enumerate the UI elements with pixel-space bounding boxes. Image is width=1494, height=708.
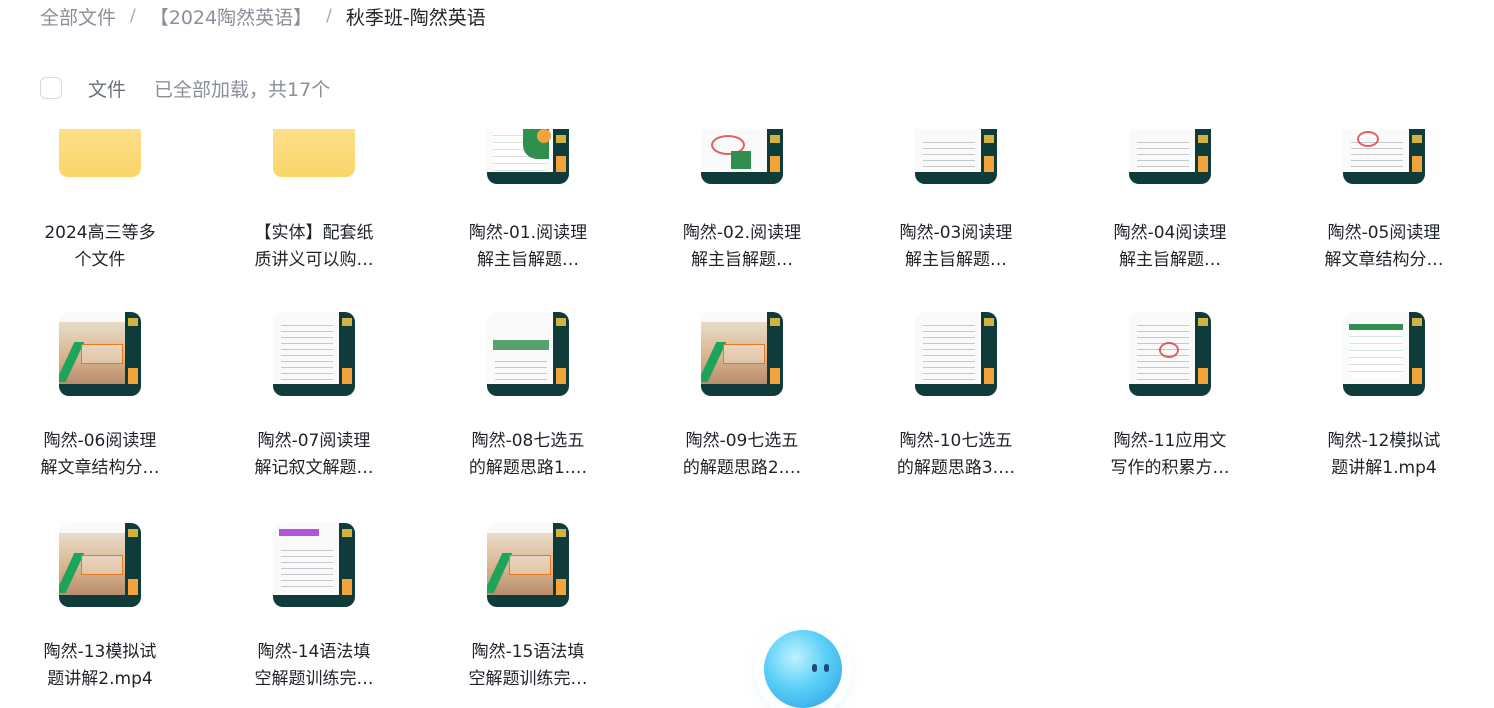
video-thumbnail xyxy=(1129,312,1211,396)
file-item[interactable]: 陶然-10七选五 的解题思路3.… xyxy=(856,312,1056,482)
file-name: 陶然-13模拟试 题讲解2.mp4 xyxy=(43,642,157,689)
breadcrumb-root[interactable]: 全部文件 xyxy=(40,3,116,30)
file-item[interactable]: 陶然-01.阅读理 解主旨解题… xyxy=(428,129,628,274)
file-item[interactable]: 陶然-12模拟试 题讲解1.mp4 xyxy=(1284,312,1484,482)
file-item[interactable]: 陶然-11应用文 写作的积累方… xyxy=(1070,312,1270,482)
folder-icon xyxy=(273,129,355,177)
select-all-checkbox[interactable] xyxy=(40,77,62,99)
file-name: 陶然-02.阅读理 解主旨解题… xyxy=(682,223,802,270)
video-thumbnail xyxy=(701,129,783,184)
breadcrumb-parent[interactable]: 【2024陶然英语】 xyxy=(150,3,312,30)
file-name: 陶然-10七选五 的解题思路3.… xyxy=(896,431,1016,478)
video-thumbnail xyxy=(273,523,355,607)
video-thumbnail xyxy=(915,129,997,184)
video-thumbnail xyxy=(915,312,997,396)
video-thumbnail xyxy=(487,129,569,184)
video-thumbnail xyxy=(1129,129,1211,184)
file-name: 陶然-08七选五 的解题思路1.… xyxy=(468,431,588,478)
file-name: 陶然-05阅读理 解文章结构分… xyxy=(1324,223,1444,270)
file-name: 2024高三等多 个文件 xyxy=(44,223,156,270)
file-name: 陶然-15语法填 空解题训练完… xyxy=(468,642,588,689)
file-item[interactable]: 陶然-04阅读理 解主旨解题… xyxy=(1070,129,1270,274)
file-item[interactable]: 陶然-08七选五 的解题思路1.… xyxy=(428,312,628,482)
breadcrumb-current: 秋季班-陶然英语 xyxy=(345,6,486,29)
breadcrumb-separator: / xyxy=(130,6,136,26)
file-name: 陶然-03阅读理 解主旨解题… xyxy=(899,223,1013,270)
file-item[interactable]: 2024高三等多 个文件 xyxy=(0,129,200,274)
file-name: 陶然-01.阅读理 解主旨解题… xyxy=(468,223,588,270)
file-item[interactable]: 陶然-06阅读理 解文章结构分… xyxy=(0,312,200,482)
file-item[interactable]: 【实体】配套纸 质讲义可以购… xyxy=(214,129,414,274)
file-item[interactable]: 陶然-02.阅读理 解主旨解题… xyxy=(642,129,842,274)
load-status: 已全部加载，共17个 xyxy=(154,78,331,101)
file-item[interactable]: 陶然-14语法填 空解题训练完… xyxy=(214,523,414,693)
file-item[interactable]: 陶然-05阅读理 解文章结构分… xyxy=(1284,129,1484,274)
file-item[interactable]: 陶然-03阅读理 解主旨解题… xyxy=(856,129,1056,274)
breadcrumb-separator: / xyxy=(326,6,332,26)
video-thumbnail xyxy=(59,312,141,396)
file-name: 陶然-04阅读理 解主旨解题… xyxy=(1113,223,1227,270)
file-column-label: 文件 xyxy=(88,78,127,101)
file-item[interactable]: 陶然-13模拟试 题讲解2.mp4 xyxy=(0,523,200,693)
file-name: 【实体】配套纸 质讲义可以购… xyxy=(254,223,374,270)
video-thumbnail xyxy=(59,523,141,607)
file-name: 陶然-06阅读理 解文章结构分… xyxy=(40,431,160,478)
file-name: 陶然-11应用文 写作的积累方… xyxy=(1110,431,1230,478)
file-item[interactable]: 陶然-09七选五 的解题思路2.… xyxy=(642,312,842,482)
breadcrumb: 全部文件 / 【2024陶然英语】 / 秋季班-陶然英语 xyxy=(40,3,486,30)
file-list-toolbar: 文件 已全部加载，共17个 xyxy=(40,74,330,102)
file-name: 陶然-14语法填 空解题训练完… xyxy=(254,642,374,689)
assistant-mascot-icon[interactable] xyxy=(764,630,842,708)
folder-icon xyxy=(59,129,141,177)
video-thumbnail xyxy=(487,523,569,607)
file-name: 陶然-09七选五 的解题思路2.… xyxy=(682,431,802,478)
video-thumbnail xyxy=(487,312,569,396)
file-item[interactable]: 陶然-07阅读理 解记叙文解题… xyxy=(214,312,414,482)
video-thumbnail xyxy=(273,312,355,396)
video-thumbnail xyxy=(1343,129,1425,184)
file-name: 陶然-07阅读理 解记叙文解题… xyxy=(254,431,374,478)
file-name: 陶然-12模拟试 题讲解1.mp4 xyxy=(1327,431,1441,478)
file-item[interactable]: 陶然-15语法填 空解题训练完… xyxy=(428,523,628,693)
video-thumbnail xyxy=(1343,312,1425,396)
video-thumbnail xyxy=(701,312,783,396)
